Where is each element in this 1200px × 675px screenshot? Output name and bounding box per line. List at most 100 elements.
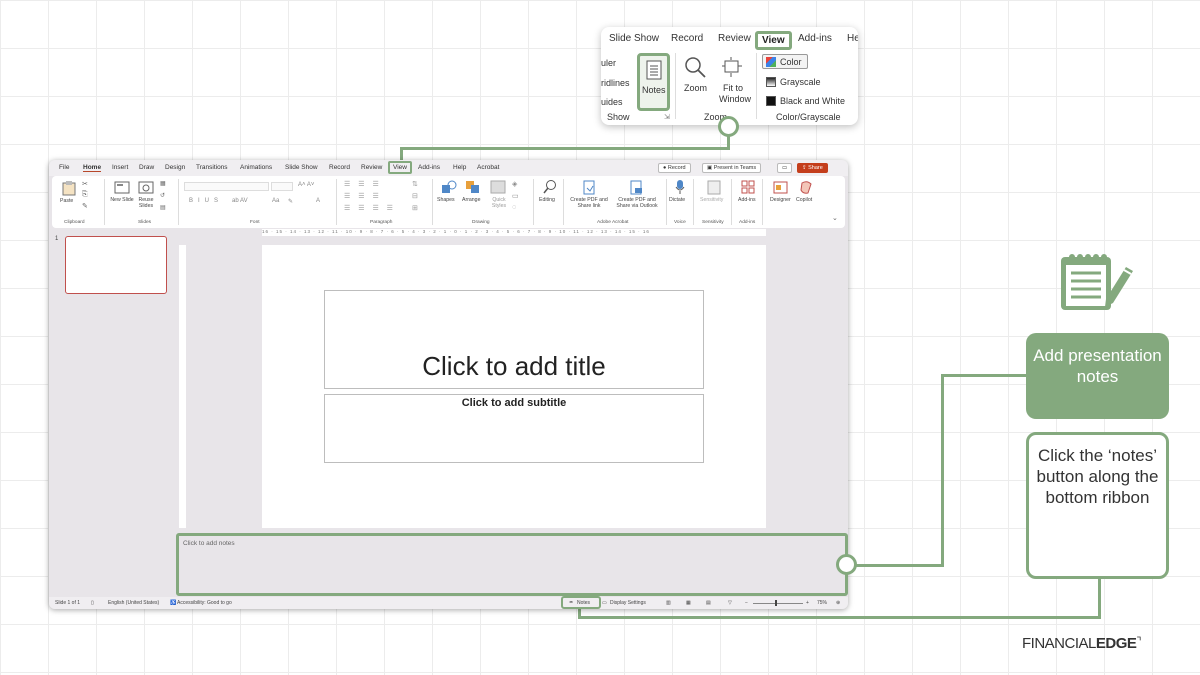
tab-help[interactable]: He [847, 33, 858, 44]
color-button[interactable]: Color [762, 54, 808, 69]
paste-label[interactable]: Paste [60, 198, 73, 204]
grow-font-icon[interactable]: A˄ A˅ [298, 182, 314, 188]
sensitivity-icon[interactable] [707, 180, 721, 195]
create-pdf-share-link-button[interactable]: Create PDF and Share link [566, 197, 612, 209]
tab-review[interactable]: Review [361, 164, 382, 171]
tab-record[interactable]: Record [329, 164, 350, 171]
change-case-icon[interactable]: Aa [272, 198, 279, 204]
align-text-icon[interactable]: ⊟ [412, 192, 418, 200]
display-settings-button[interactable]: Display Settings [610, 600, 646, 606]
tab-add-ins[interactable]: Add-ins [418, 164, 440, 171]
add-ins-icon[interactable] [741, 180, 755, 194]
slide-show-icon[interactable]: ▽ [728, 600, 732, 606]
tab-animations[interactable]: Animations [240, 164, 272, 171]
font-format-icons[interactable]: BIUS [189, 198, 223, 204]
dialog-launcher-icon[interactable]: ⇲ [664, 113, 670, 121]
shapes-button[interactable]: Shapes [437, 197, 455, 203]
zoom-icon[interactable] [683, 55, 707, 79]
section-icon[interactable]: ▤ [160, 204, 166, 211]
new-slide-icon[interactable] [114, 181, 130, 194]
tab-home[interactable]: Home [83, 164, 102, 172]
tab-file[interactable]: File [59, 164, 69, 171]
subtitle-placeholder[interactable]: Click to add subtitle [324, 394, 704, 463]
editing-button[interactable]: Editing [539, 197, 555, 203]
zoom-slider[interactable] [753, 603, 803, 604]
paste-icon[interactable] [62, 180, 76, 196]
shapes-icon[interactable] [441, 180, 457, 194]
create-pdf-share-icon[interactable] [583, 180, 596, 195]
present-in-teams-button[interactable]: ▣ Present in Teams [702, 163, 762, 173]
designer-icon[interactable] [773, 180, 788, 194]
fit-to-window-icon[interactable] [721, 56, 743, 78]
microphone-icon[interactable] [675, 179, 685, 195]
cut-icon[interactable]: ✂ [82, 180, 88, 188]
create-pdf-outlook-button[interactable]: Create PDF and Share via Outlook [612, 197, 662, 209]
reset-icon[interactable]: ↺ [160, 192, 165, 199]
share-button[interactable]: ⇪ Share [797, 163, 828, 173]
editing-search-icon[interactable] [542, 179, 558, 195]
tab-record[interactable]: Record [671, 33, 703, 44]
text-direction-icon[interactable]: ⇅ [412, 180, 418, 188]
slide-thumbnail[interactable] [65, 236, 167, 294]
copy-icon[interactable]: ⎘ [82, 191, 88, 199]
zoom-level[interactable]: 75% [817, 600, 827, 606]
create-pdf-outlook-icon[interactable] [630, 180, 643, 195]
tab-review[interactable]: Review [718, 33, 751, 44]
record-button[interactable]: ● Record [658, 163, 691, 173]
font-family-dropdown[interactable] [184, 182, 269, 191]
arrange-icon[interactable] [465, 180, 481, 194]
shape-outline-icon[interactable]: ▭ [512, 192, 519, 200]
format-painter-icon[interactable]: ✎ [82, 202, 88, 210]
guides-checkbox-label[interactable]: uides [601, 97, 623, 107]
new-slide-button[interactable]: New Slide [110, 197, 134, 203]
tab-transitions[interactable]: Transitions [196, 164, 228, 171]
title-placeholder[interactable]: Click to add title [324, 290, 704, 389]
copilot-button[interactable]: Copilot [796, 197, 812, 203]
tab-insert[interactable]: Insert [112, 164, 128, 171]
tab-add-ins[interactable]: Add-ins [798, 33, 832, 44]
smartart-icon[interactable]: ⊞ [412, 204, 418, 212]
notes-button[interactable]: Notes [637, 53, 670, 111]
normal-view-icon[interactable]: ▥ [666, 600, 671, 606]
quick-styles-button[interactable]: Quick Styles [488, 197, 510, 209]
accessibility-status[interactable]: Accessibility: Good to go [177, 600, 232, 606]
tab-slide-show[interactable]: Slide Show [609, 33, 659, 44]
gridlines-checkbox-label[interactable]: ridlines [601, 78, 630, 88]
tab-view[interactable]: View [755, 31, 792, 50]
tab-slide-show[interactable]: Slide Show [285, 164, 318, 171]
highlight-icon[interactable]: ✎ [288, 198, 293, 205]
chevron-down-icon[interactable]: ⌄ [832, 214, 838, 222]
tab-view[interactable]: View [388, 161, 412, 174]
justify-icons[interactable]: ☰ ☰ ☰ ☰ [344, 204, 396, 212]
shape-fill-icon[interactable]: ◈ [512, 180, 517, 188]
black-and-white-option[interactable]: Black and White [780, 96, 845, 106]
slide-canvas[interactable]: Click to add title Click to add subtitle [262, 245, 766, 528]
quick-styles-icon[interactable] [490, 180, 506, 194]
tab-design[interactable]: Design [165, 164, 185, 171]
grayscale-option[interactable]: Grayscale [780, 77, 821, 87]
sensitivity-button[interactable]: Sensitivity [700, 197, 723, 203]
comments-button[interactable]: ▭ [777, 163, 793, 173]
zoom-button-label[interactable]: Zoom [684, 83, 707, 93]
reuse-slides-button[interactable]: Reuse Slides [135, 197, 157, 209]
add-ins-button[interactable]: Add-ins [738, 197, 756, 203]
spelling-icon[interactable]: ▯ [91, 600, 94, 606]
tab-draw[interactable]: Draw [139, 164, 154, 171]
ruler-checkbox-label[interactable]: uler [601, 58, 616, 68]
tab-help[interactable]: Help [453, 164, 466, 171]
reading-view-icon[interactable]: ▤ [706, 600, 711, 606]
slide-count[interactable]: Slide 1 of 1 [55, 600, 80, 606]
language-status[interactable]: English (United States) [108, 600, 159, 606]
zoom-in-icon[interactable]: + [806, 600, 809, 606]
fit-slide-icon[interactable]: ⊕ [836, 600, 840, 606]
dictate-button[interactable]: Dictate [669, 197, 685, 203]
tab-acrobat[interactable]: Acrobat [477, 164, 499, 171]
zoom-out-icon[interactable]: − [745, 600, 748, 606]
reuse-slides-icon[interactable] [138, 181, 154, 194]
char-spacing-icon[interactable]: ab AV [232, 198, 248, 204]
fit-to-window-label[interactable]: Fit to Window [719, 83, 751, 105]
align-icons[interactable]: ☰ ☰ ☰ [344, 192, 382, 200]
designer-button[interactable]: Designer [770, 197, 791, 203]
arrange-button[interactable]: Arrange [462, 197, 480, 203]
font-size-dropdown[interactable] [271, 182, 293, 191]
